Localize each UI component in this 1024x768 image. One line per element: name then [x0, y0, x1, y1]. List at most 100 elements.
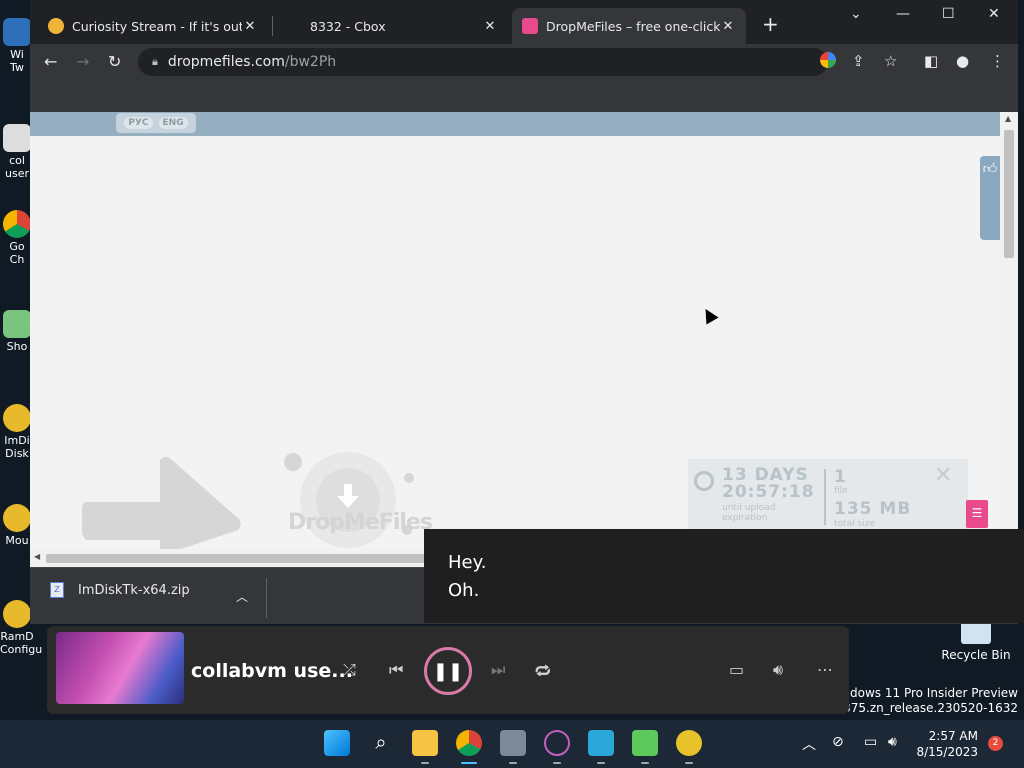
- more-options-icon[interactable]: ⋯: [817, 660, 833, 679]
- side-panel-icon[interactable]: ◧: [924, 52, 938, 70]
- desktop-icon-collabvm-user[interactable]: col user: [0, 124, 34, 180]
- disk-icon[interactable]: [676, 730, 702, 756]
- google-lens-icon[interactable]: [820, 52, 836, 68]
- running-indicator: [641, 762, 649, 764]
- disk-icon: [3, 404, 31, 432]
- close-stats-icon[interactable]: ✕: [934, 463, 952, 488]
- scroll-left-icon[interactable]: ◀: [34, 552, 40, 561]
- browser-toolbar: ← → ↻ 🔒︎ dropmefiles.com/bw2Ph ⇪ ☆ ◧ ● ⋮: [30, 44, 1018, 80]
- tab-title: Curiosity Stream - If it's out there: [72, 18, 242, 34]
- media-title: collabvm use...: [191, 660, 353, 682]
- tab-search-dropdown-icon[interactable]: ⌄: [850, 6, 862, 22]
- app-icon[interactable]: [632, 730, 658, 756]
- stats-divider: [824, 469, 826, 525]
- app-icon: [3, 18, 31, 46]
- maximize-button[interactable]: ☐: [942, 6, 955, 22]
- share-icon[interactable]: ⇪: [852, 52, 865, 70]
- tab-curiosity-stream[interactable]: Curiosity Stream - If it's out there ✕: [38, 8, 268, 44]
- download-file-name: ImDiskTk-x64.zip: [78, 582, 190, 598]
- notification-badge[interactable]: 2: [988, 736, 1003, 751]
- menu-kebab-icon[interactable]: ⋮: [990, 52, 1005, 70]
- desktop-icon-label: ImDi Disk: [4, 434, 30, 460]
- profile-icon[interactable]: ●: [956, 52, 969, 70]
- display-icon[interactable]: ▭: [864, 734, 877, 750]
- tab-title: 8332 - Cbox: [310, 18, 386, 34]
- expiration-caption-line2: expiration: [722, 513, 768, 523]
- album-art: [56, 632, 184, 704]
- close-icon[interactable]: ✕: [482, 19, 498, 34]
- previous-track-icon[interactable]: ⏮︎: [389, 660, 403, 680]
- upload-stats-panel: 13 DAYS 20:57:18 until upload expiration…: [688, 459, 968, 529]
- scroll-up-icon[interactable]: ▲: [1005, 114, 1011, 123]
- url-domain: dropmefiles.com: [167, 54, 285, 70]
- desktop-icon-label: Configu: [0, 643, 43, 656]
- language-bar: РУС ENG: [30, 112, 1000, 136]
- download-item[interactable]: Z ImDiskTk-x64.zip: [50, 582, 190, 598]
- new-tab-button[interactable]: +: [762, 14, 779, 34]
- desktop-icon-label: Go Ch: [9, 240, 25, 266]
- shuffle-icon[interactable]: ⤮: [343, 660, 356, 680]
- curiosity-favicon-icon: [48, 18, 64, 34]
- minimize-button[interactable]: —: [896, 6, 910, 22]
- chevron-up-icon[interactable]: ︿: [802, 734, 816, 754]
- network-icon[interactable]: ⊘: [832, 734, 844, 750]
- app-icon[interactable]: [588, 730, 614, 756]
- total-size-label: total size: [834, 519, 875, 529]
- recycle-bin[interactable]: Recycle Bin: [940, 618, 1012, 662]
- clock-date: 8/15/2023: [916, 745, 978, 759]
- desktop-icon-imdisk[interactable]: ImDi Disk: [0, 404, 34, 460]
- desktop-icon-windows-twitch[interactable]: Wi Tw: [0, 18, 34, 74]
- lang-en-button[interactable]: ENG: [158, 117, 188, 129]
- desktop-icon-show[interactable]: Sho: [0, 310, 34, 353]
- search-icon[interactable]: ⌕: [368, 730, 394, 756]
- vertical-scrollbar[interactable]: ▲: [1000, 112, 1018, 567]
- disk-icon: [3, 600, 31, 628]
- clock-icon: [694, 471, 714, 491]
- running-indicator: [553, 762, 561, 764]
- caption-line-2: Oh.: [448, 580, 480, 601]
- start-windows-icon[interactable]: [324, 730, 350, 756]
- caption-line-1: Hey.: [448, 552, 487, 573]
- tab-dropmefiles[interactable]: DropMeFiles – free one-click file ✕: [512, 8, 746, 44]
- desktop-icon-google-chrome[interactable]: Go Ch: [0, 210, 34, 266]
- clock[interactable]: 2:57 AM 8/15/2023: [912, 728, 978, 760]
- chrome-icon: [3, 210, 31, 238]
- captions-icon[interactable]: ▭: [729, 660, 744, 679]
- lock-icon: 🔒︎: [152, 55, 158, 68]
- app-icon: [3, 310, 31, 338]
- next-track-icon[interactable]: ⏭︎: [491, 660, 505, 680]
- pause-button[interactable]: ❚❚: [424, 647, 472, 695]
- close-window-button[interactable]: ✕: [988, 6, 1000, 22]
- repeat-icon[interactable]: 🔁︎: [535, 660, 551, 683]
- desktop-icon-ramdisk-configure[interactable]: RamD Configu: [0, 600, 42, 656]
- forward-arrow-icon[interactable]: →: [76, 52, 89, 71]
- horizontal-scrollbar[interactable]: ◀: [30, 549, 430, 567]
- like-thumbs-up-icon[interactable]: 👍︎: [980, 156, 1000, 240]
- running-indicator: [685, 762, 693, 764]
- close-icon[interactable]: ✕: [242, 19, 258, 34]
- page-content: РУС ENG 👍︎ DropMeFiles 13 DAYS 20:57:18 …: [30, 112, 1000, 567]
- tab-cbox[interactable]: 8332 - Cbox ✕: [276, 8, 508, 44]
- file-icon: [3, 124, 31, 152]
- close-icon[interactable]: ✕: [720, 19, 736, 34]
- back-arrow-icon[interactable]: ←: [44, 52, 57, 71]
- clock-time: 2:57 AM: [928, 729, 978, 743]
- file-explorer-icon[interactable]: [412, 730, 438, 756]
- desktop-icon-label: Wi Tw: [10, 48, 24, 74]
- desktop-icon-label: Mou: [5, 534, 29, 547]
- bookmark-star-icon[interactable]: ☆: [884, 52, 897, 70]
- feedback-icon[interactable]: ☰: [966, 500, 988, 528]
- address-bar[interactable]: 🔒︎ dropmefiles.com/bw2Ph: [138, 48, 828, 76]
- reload-icon[interactable]: ↻: [108, 52, 121, 71]
- chrome-icon[interactable]: [456, 730, 482, 756]
- scrollbar-thumb[interactable]: [46, 554, 426, 563]
- media-player-icon[interactable]: [544, 730, 570, 756]
- chevron-up-icon[interactable]: ︿: [236, 588, 248, 605]
- scrollbar-thumb[interactable]: [1004, 130, 1014, 258]
- app-icon[interactable]: [500, 730, 526, 756]
- volume-icon[interactable]: 🔊︎: [888, 734, 897, 750]
- lang-ru-button[interactable]: РУС: [124, 117, 153, 129]
- desktop-icon-mount[interactable]: Mou: [0, 504, 34, 547]
- volume-icon[interactable]: 🔊︎: [773, 660, 783, 680]
- running-indicator: [421, 762, 429, 764]
